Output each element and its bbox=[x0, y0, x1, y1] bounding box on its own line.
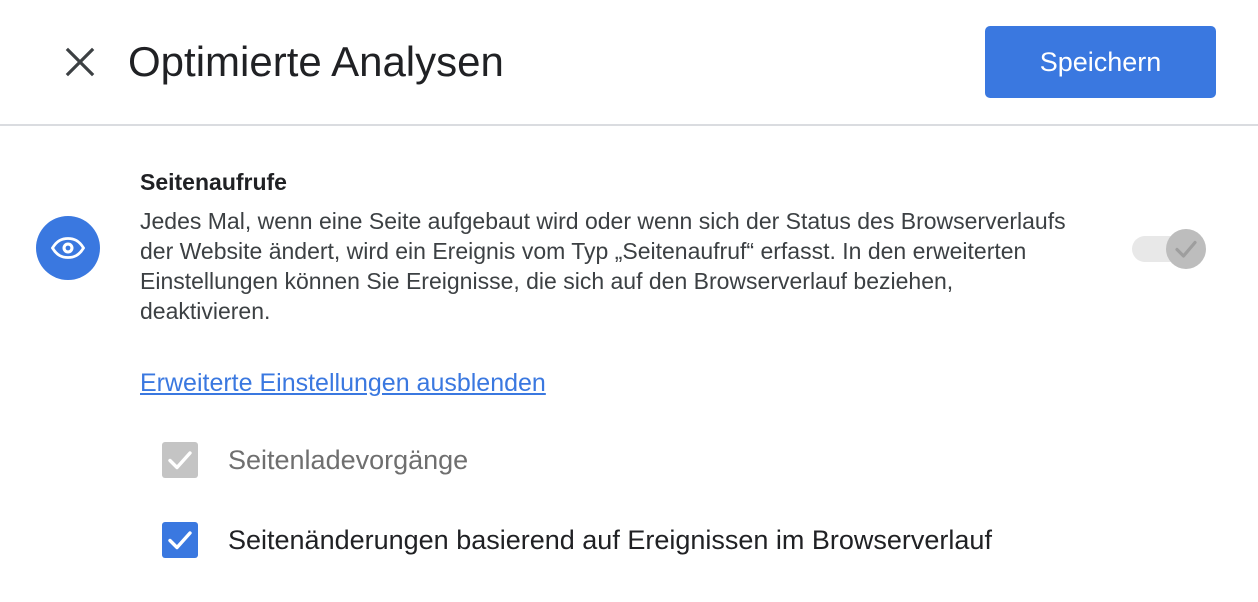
section-title: Seitenaufrufe bbox=[140, 169, 287, 195]
eye-icon bbox=[36, 216, 100, 280]
history-changes-label: Seitenänderungen basierend auf Ereigniss… bbox=[228, 525, 992, 555]
pageview-toggle[interactable] bbox=[1132, 228, 1206, 270]
advanced-settings-link[interactable]: Erweiterte Einstellungen ausblenden bbox=[140, 366, 546, 400]
toggle-thumb bbox=[1166, 229, 1206, 269]
page-title: Optimierte Analysen bbox=[128, 38, 504, 85]
page-loads-checkbox bbox=[162, 442, 198, 478]
close-icon bbox=[65, 47, 95, 77]
page-loads-label: Seitenladevorgänge bbox=[228, 445, 469, 475]
option-row-page-loads: Seitenladevorgänge bbox=[162, 442, 468, 478]
save-button[interactable]: Speichern bbox=[985, 26, 1216, 98]
option-row-history-changes: Seitenänderungen basierend auf Ereigniss… bbox=[162, 522, 992, 558]
check-icon bbox=[168, 531, 192, 550]
dialog-header: Optimierte Analysen Speichern bbox=[0, 0, 1258, 126]
history-changes-checkbox[interactable] bbox=[162, 522, 198, 558]
close-button[interactable] bbox=[56, 38, 104, 86]
section-description: Jedes Mal, wenn eine Seite aufgebaut wir… bbox=[140, 208, 1066, 324]
check-icon bbox=[1175, 240, 1197, 258]
check-icon bbox=[168, 451, 192, 470]
